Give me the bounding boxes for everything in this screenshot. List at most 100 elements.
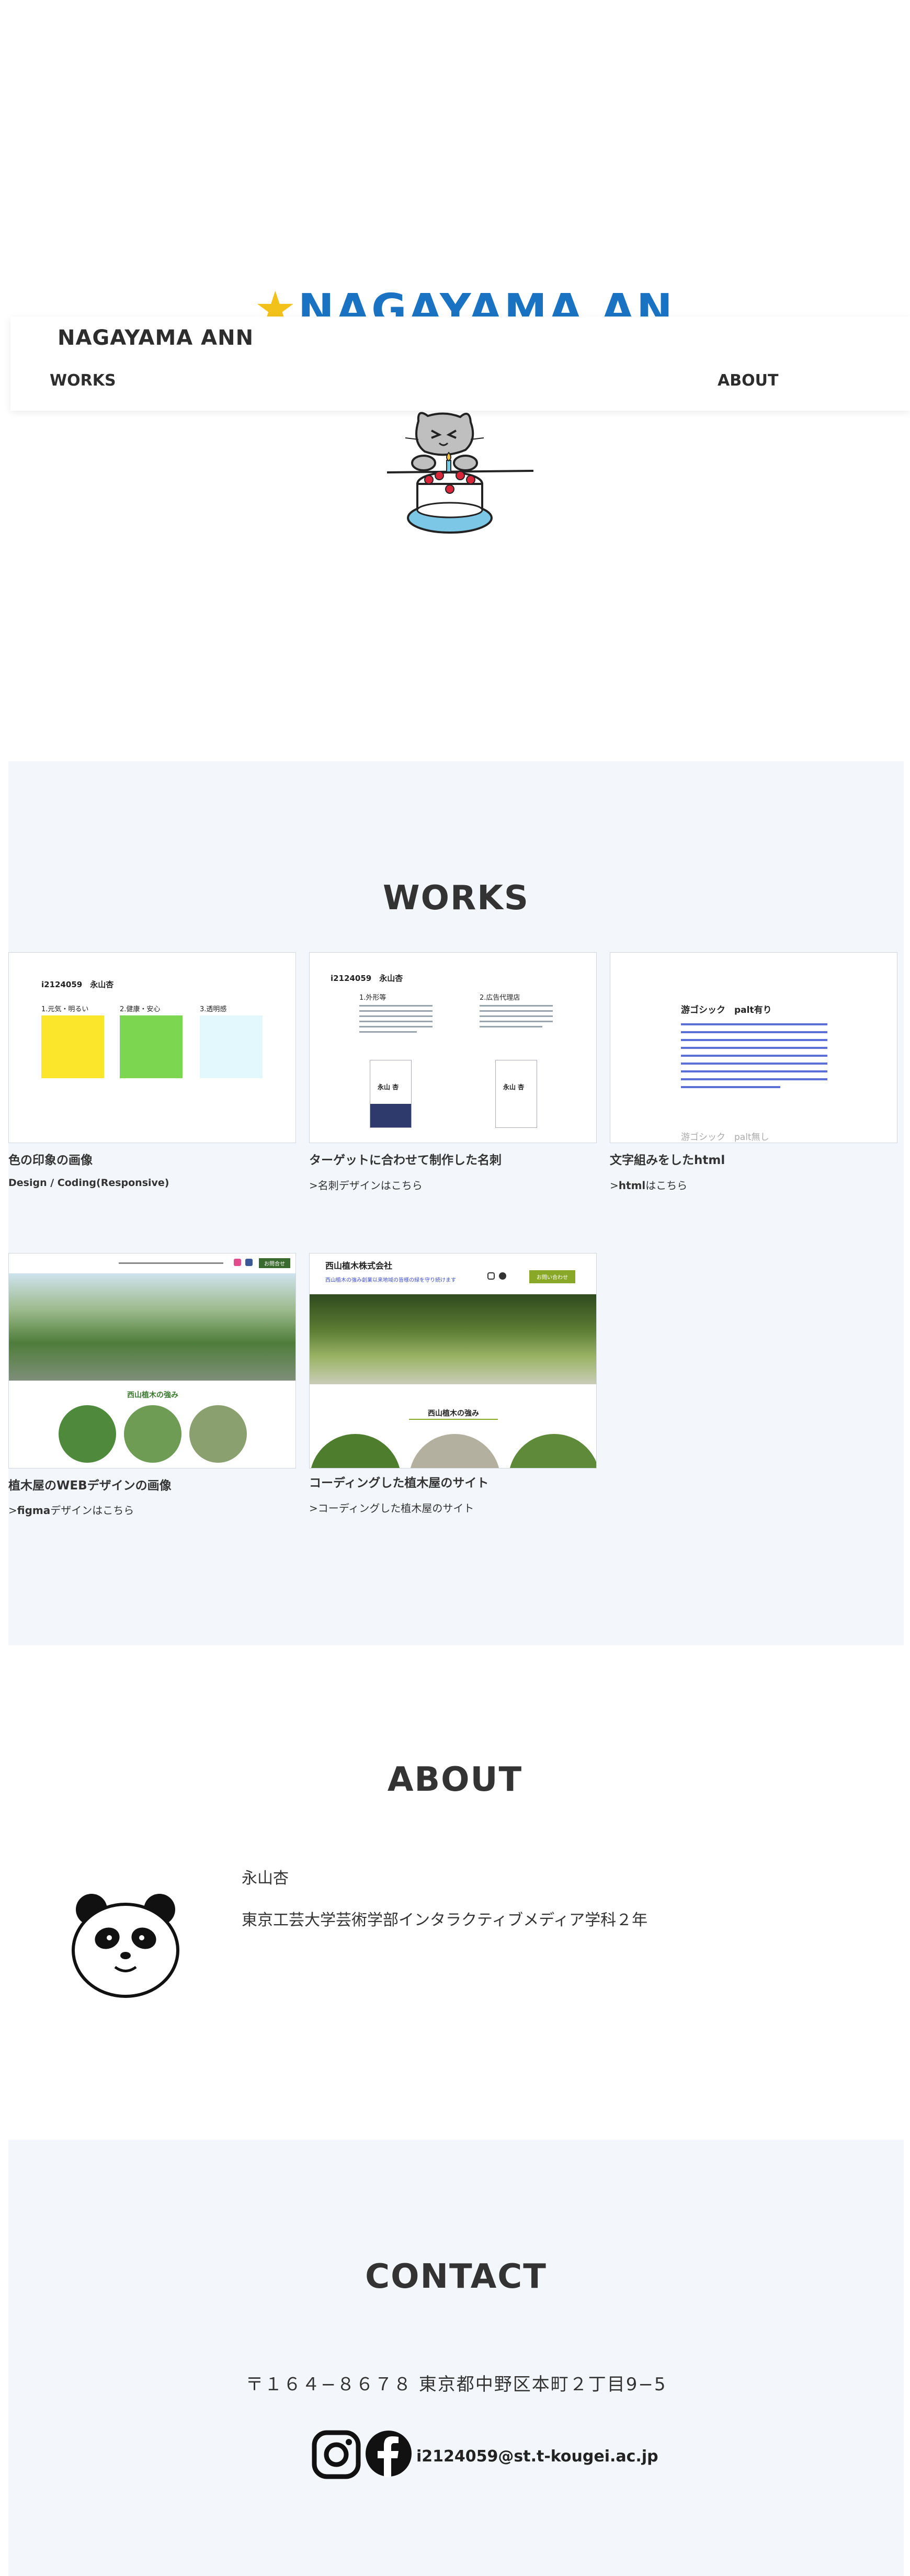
- title-text: 文字組みをした: [610, 1154, 694, 1167]
- feature-circle: [59, 1405, 116, 1463]
- about-heading: ABOUT: [387, 1760, 523, 1799]
- garden-photo: [310, 1294, 596, 1384]
- text-line: [681, 1070, 827, 1072]
- nav-about-link[interactable]: ABOUT: [718, 371, 778, 390]
- title-bold: html: [694, 1154, 725, 1167]
- thumb-header: i2124059 永山杏: [41, 980, 114, 989]
- mock-section-heading: 西山植木の強み: [428, 1409, 479, 1418]
- work-link[interactable]: >figmaデザインはこちら: [8, 1502, 134, 1517]
- contact-email[interactable]: i2124059@st.t-kougei.ac.jp: [416, 2447, 658, 2466]
- hero-logo: ★ NAGAYAMA ANN: [251, 283, 669, 320]
- feature-circle: [508, 1434, 596, 1468]
- feature-circle: [124, 1405, 181, 1463]
- work-link[interactable]: >名刺デザインはこちら: [309, 1177, 423, 1192]
- text-line: [480, 1026, 542, 1027]
- text-line: [480, 1005, 553, 1007]
- link-prefix: >: [309, 1502, 318, 1515]
- link-bold[interactable]: html: [619, 1179, 646, 1192]
- thumb-heading: 游ゴシック palt有り: [681, 1005, 772, 1015]
- facebook-icon[interactable]: [364, 2429, 413, 2478]
- link-text[interactable]: コーディングした植木屋のサイト: [318, 1502, 474, 1515]
- mock-navbar: お問合せ: [9, 1253, 295, 1273]
- link-text[interactable]: はこちら: [645, 1179, 687, 1192]
- link-text[interactable]: デザインはこちら: [50, 1504, 134, 1517]
- text-line: [359, 1010, 433, 1012]
- work-thumbnail[interactable]: i2124059 永山杏 1.外形等 2.広告代理店 永山 杏 永山 杏: [309, 952, 597, 1143]
- mock-tagline: 西山植木の強み創業以来地域の皆様の緑を守り続けます: [325, 1278, 456, 1283]
- about-name: 永山杏: [242, 1869, 289, 1888]
- text-line: [681, 1039, 827, 1041]
- thumb-header: i2124059 永山杏: [331, 974, 403, 983]
- text-line: [681, 1078, 827, 1080]
- work-thumbnail[interactable]: i2124059 永山杏 1.元気・明るい 2.健康・安心 3.透明感: [8, 952, 296, 1143]
- facebook-icon: [499, 1272, 506, 1280]
- text-line: [681, 1086, 780, 1088]
- nav-works-link[interactable]: WORKS: [50, 371, 116, 390]
- hero-logo-text: NAGAYAMA ANN: [298, 285, 669, 320]
- text-line: [359, 1021, 433, 1022]
- card-name: 永山 杏: [503, 1083, 525, 1091]
- contact-address: 〒１６４−８６７８ 東京都中野区本町２丁目9−5: [245, 2374, 667, 2395]
- title-bold: WEB: [56, 1479, 87, 1493]
- work-thumbnail[interactable]: お問合せ 西山植木の強み: [8, 1253, 296, 1468]
- star-icon: ★: [254, 283, 297, 320]
- business-card-a: 永山 杏: [370, 1060, 412, 1128]
- feature-circle: [310, 1434, 401, 1468]
- work-card-garden-web-design[interactable]: お問合せ 西山植木の強み 植木屋のWEBデザインの画像 >figmaデザインはこ…: [8, 1253, 296, 1535]
- heading-underline: [409, 1419, 498, 1420]
- instagram-icon[interactable]: [312, 2430, 361, 2479]
- work-card-color-impression[interactable]: i2124059 永山杏 1.元気・明るい 2.健康・安心 3.透明感 色の印象…: [8, 952, 296, 1224]
- about-section: ABOUT 永山杏 東京工芸大学芸術学部インタラクティブメディア学科２年: [0, 1645, 910, 2140]
- text-line: [359, 1015, 433, 1017]
- text-line: [681, 1063, 827, 1065]
- work-title: コーディングした植木屋のサイト: [309, 1476, 489, 1490]
- facebook-icon: [245, 1259, 253, 1266]
- text-line: [681, 1023, 827, 1025]
- works-section: WORKS i2124059 永山杏 1.元気・明るい 2.健康・安心 3.透明…: [8, 761, 904, 1645]
- site-header: NAGAYAMA ANN WORKS ABOUT: [10, 317, 910, 411]
- link-text[interactable]: 名刺デザインはこちら: [318, 1179, 423, 1192]
- work-title: 色の印象の画像: [8, 1154, 93, 1167]
- thumb-label: 1.元気・明るい: [41, 1005, 89, 1013]
- work-thumbnail[interactable]: 西山植木株式会社 西山植木の強み創業以来地域の皆様の緑を守り続けます お問い合わ…: [309, 1253, 597, 1468]
- card-band: [370, 1104, 411, 1127]
- text-line: [681, 1031, 827, 1033]
- contact-heading: CONTACT: [365, 2257, 547, 2296]
- cat-cake-illustration: [387, 412, 534, 534]
- nav-text: [119, 1262, 223, 1264]
- thumb-col-label: 2.広告代理店: [480, 994, 520, 1002]
- work-card-business-card[interactable]: i2124059 永山杏 1.外形等 2.広告代理店 永山 杏 永山 杏 ターゲ…: [309, 952, 597, 1224]
- work-card-typesetting[interactable]: 游ゴシック palt有り 游ゴシック palt無し 文字組みをしたhtml >h…: [610, 952, 897, 1224]
- link-bold[interactable]: figma: [17, 1504, 50, 1517]
- feature-circle: [409, 1434, 500, 1468]
- thumb-label: 2.健康・安心: [120, 1005, 161, 1013]
- site-title[interactable]: NAGAYAMA ANN: [58, 326, 254, 350]
- mock-contact-button: お問い合わせ: [529, 1270, 575, 1283]
- color-swatch-lightblue: [200, 1015, 263, 1078]
- link-prefix: >: [8, 1504, 17, 1517]
- thumb-footer: 游ゴシック palt無し: [681, 1132, 769, 1143]
- work-card-garden-coding[interactable]: 西山植木株式会社 西山植木の強み創業以来地域の皆様の緑を守り続けます お問い合わ…: [309, 1253, 597, 1535]
- contact-section: CONTACT 〒１６４−８６７８ 東京都中野区本町２丁目9−5 i212405…: [8, 2140, 904, 2576]
- work-subtitle: Design / Coding(Responsive): [8, 1177, 169, 1189]
- work-thumbnail[interactable]: 游ゴシック palt有り 游ゴシック palt無し: [610, 952, 897, 1143]
- title-text: デザインの画像: [87, 1479, 172, 1493]
- text-line: [359, 1031, 417, 1033]
- work-title: 文字組みをしたhtml: [610, 1150, 725, 1168]
- panda-illustration: [72, 1894, 179, 1998]
- work-title: 植木屋のWEBデザインの画像: [8, 1475, 172, 1493]
- thumb-label: 3.透明感: [200, 1005, 227, 1013]
- thumb-col-label: 1.外形等: [359, 994, 386, 1002]
- text-line: [681, 1055, 827, 1057]
- business-card-b: 永山 杏: [495, 1060, 537, 1128]
- link-prefix: >: [610, 1179, 619, 1192]
- color-swatch-yellow: [41, 1015, 104, 1078]
- text-line: [480, 1021, 553, 1022]
- text-line: [359, 1026, 433, 1027]
- work-link[interactable]: >htmlはこちら: [610, 1177, 687, 1192]
- work-link[interactable]: >コーディングした植木屋のサイト: [309, 1500, 474, 1515]
- title-text: 植木屋の: [8, 1479, 56, 1493]
- text-line: [359, 1005, 433, 1007]
- mock-section-heading: 西山植木の強み: [127, 1391, 178, 1399]
- text-line: [681, 1047, 827, 1049]
